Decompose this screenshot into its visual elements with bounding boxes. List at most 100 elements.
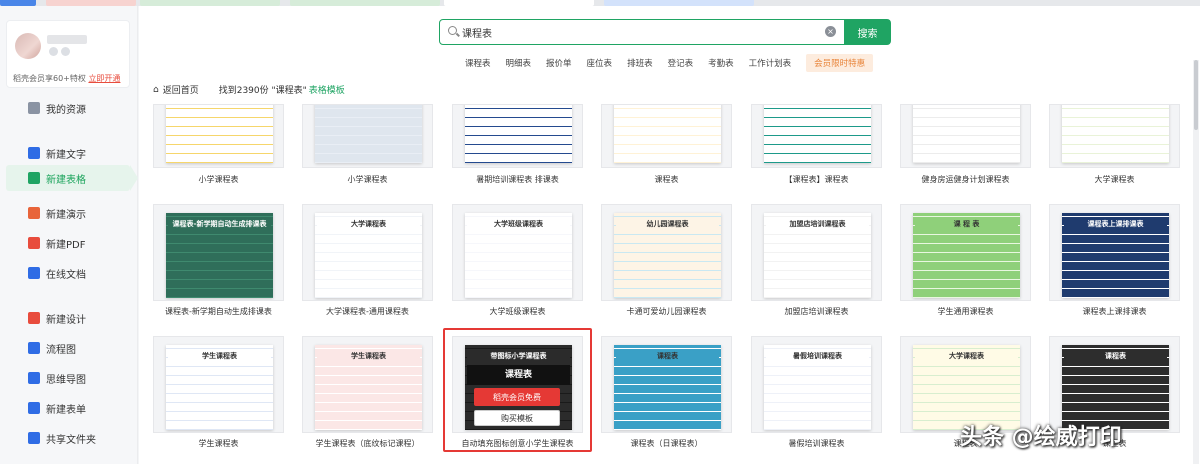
tag-link[interactable]: 明细表 <box>506 57 532 69</box>
template-title[interactable]: 课程表上课排课表 <box>1039 306 1190 317</box>
template-preview-heading: 学生课程表 <box>168 349 271 363</box>
sidebar-item-form[interactable]: 新建表单 <box>6 395 130 421</box>
template-thumbnail[interactable]: 课程表-新学期自动生成排课表 <box>153 204 284 301</box>
result-count: 找到2390份 "课程表" <box>218 86 307 96</box>
template-preview-heading: 课程表-新学期自动生成排课表 <box>168 217 271 231</box>
word-icon <box>28 147 40 159</box>
search-button[interactable]: 搜索 <box>844 19 891 45</box>
star-icon <box>28 102 40 114</box>
sidebar-item-flowchart[interactable]: 流程图 <box>6 335 130 361</box>
template-thumbnail[interactable]: 大学课程表 <box>302 204 433 301</box>
sidebar-item-word[interactable]: 新建文字 <box>6 140 130 166</box>
badge-icon <box>61 47 70 56</box>
tag-link[interactable]: 课程表 <box>465 57 491 69</box>
tag-link[interactable]: 考勤表 <box>708 57 734 69</box>
template-thumbnail[interactable]: 加盟店培训课程表 <box>751 204 882 301</box>
template-title[interactable]: 学生通用课程表 <box>890 306 1041 317</box>
template-thumbnail[interactable]: 课程表 <box>601 336 732 433</box>
template-title[interactable]: 课程表（日课程表） <box>591 438 742 449</box>
template-thumbnail[interactable] <box>601 104 732 168</box>
promo-badge[interactable]: 会员限时特惠 <box>806 54 874 72</box>
user-card[interactable]: 稻壳会员享60+特权 立即开通 <box>6 20 130 88</box>
sidebar-item-mindmap[interactable]: 思维导图 <box>6 365 130 391</box>
sidebar-item-star[interactable]: 我的资源 <box>6 95 130 121</box>
sidebar-item-label: 新建表格 <box>46 174 86 186</box>
template-title[interactable]: 大学课程表 <box>1039 174 1190 185</box>
scrollbar[interactable] <box>1193 60 1199 464</box>
search-box: × <box>439 19 845 45</box>
watermark: 头条 @绘威打印 <box>960 425 1122 450</box>
tag-link[interactable]: 排班表 <box>627 57 653 69</box>
template-type-link[interactable]: 表格模板 <box>309 83 345 96</box>
breadcrumb: ⌂ 返回首页 找到2390份 "课程表" 表格模板 <box>153 83 345 97</box>
sidebar-item-share-folder[interactable]: 共享文件夹 <box>6 425 130 451</box>
sidebar-item-pdf[interactable]: 新建PDF <box>6 230 130 256</box>
sidebar-item-design[interactable]: 新建设计 <box>6 305 130 331</box>
username-blurred <box>47 35 87 44</box>
template-thumbnail[interactable]: 课 程 表 <box>900 204 1031 301</box>
template-title[interactable]: 【课程表】课程表 <box>741 174 892 185</box>
avatar[interactable] <box>15 33 41 59</box>
template-preview-sheet: 暑假培训课程表 <box>764 345 871 430</box>
template-title[interactable]: 健身房运健身计划课程表 <box>890 174 1041 185</box>
sidebar-item-label: 新建表单 <box>46 404 86 416</box>
template-preview-sheet <box>614 105 721 163</box>
template-thumbnail[interactable]: 大学班级课程表 <box>452 204 583 301</box>
sidebar-item-label: 新建文字 <box>46 149 86 161</box>
flowchart-icon <box>28 342 40 354</box>
template-title[interactable]: 课程表-新学期自动生成排课表 <box>143 306 294 317</box>
template-title[interactable]: 小学课程表 <box>292 174 443 185</box>
main-content: × 搜索 课程表 明细表 报价单 座位表 排班表 登记表 考勤表 工作计划表 会员限时特惠 ⌂ … <box>139 6 1200 464</box>
template-thumbnail[interactable] <box>153 104 284 168</box>
template-thumbnail[interactable]: 学生课程表 <box>302 336 433 433</box>
sidebar-item-label: 新建演示 <box>46 209 86 221</box>
template-title[interactable]: 大学课程表-通用课程表 <box>292 306 443 317</box>
template-title[interactable]: 暑假培训课程表 <box>741 438 892 449</box>
tag-link[interactable]: 登记表 <box>668 57 694 69</box>
template-thumbnail[interactable] <box>302 104 433 168</box>
template-preview-heading: 大学课程表 <box>915 349 1018 363</box>
template-preview-sheet: 课程表上课排课表 <box>1062 213 1169 298</box>
home-icon[interactable]: ⌂ <box>153 85 159 95</box>
form-icon <box>28 402 40 414</box>
template-preview-sheet <box>913 105 1020 163</box>
template-title[interactable]: 学生课程表 <box>143 438 294 449</box>
template-thumbnail[interactable]: 幼儿园课程表 <box>601 204 732 301</box>
search-input[interactable] <box>462 24 802 40</box>
template-preview-heading: 加盟店培训课程表 <box>766 217 869 231</box>
template-thumbnail[interactable] <box>751 104 882 168</box>
template-thumbnail[interactable]: 学生课程表 <box>153 336 284 433</box>
template-title[interactable]: 小学课程表 <box>143 174 294 185</box>
clear-icon[interactable]: × <box>825 26 836 37</box>
hot-tags: 课程表 明细表 报价单 座位表 排班表 登记表 考勤表 工作计划表 会员限时特惠 <box>465 54 874 72</box>
template-preview-sheet: 大学课程表 <box>913 345 1020 430</box>
template-title[interactable]: 暑期培训课程表 排课表 <box>442 174 593 185</box>
tag-link[interactable]: 工作计划表 <box>749 57 792 69</box>
template-thumbnail[interactable]: 暑假培训课程表 <box>751 336 882 433</box>
template-title[interactable]: 学生课程表（底纹标记课程） <box>292 438 443 449</box>
template-preview-heading: 课程表 <box>1064 349 1167 363</box>
sidebar-item-cloud-doc[interactable]: 在线文档 <box>6 260 130 286</box>
sidebar-item-label: 流程图 <box>46 344 76 356</box>
template-thumbnail[interactable] <box>452 104 583 168</box>
sheet-icon <box>28 172 40 184</box>
template-preview-sheet: 大学班级课程表 <box>465 213 572 298</box>
template-preview-heading: 大学班级课程表 <box>467 217 570 231</box>
template-thumbnail[interactable] <box>1049 104 1180 168</box>
template-thumbnail[interactable] <box>900 104 1031 168</box>
tag-link[interactable]: 报价单 <box>546 57 572 69</box>
template-title[interactable]: 课程表 <box>591 174 742 185</box>
back-home-link[interactable]: 返回首页 <box>163 83 199 96</box>
template-preview-sheet <box>166 105 273 163</box>
template-title[interactable]: 加盟店培训课程表 <box>741 306 892 317</box>
sidebar-item-slides[interactable]: 新建演示 <box>6 200 130 226</box>
template-preview-sheet <box>315 105 422 163</box>
sidebar-item-sheet[interactable]: 新建表格 <box>6 165 138 191</box>
tag-link[interactable]: 座位表 <box>587 57 613 69</box>
template-title[interactable]: 卡通可爱幼儿园课程表 <box>591 306 742 317</box>
template-title[interactable]: 大学班级课程表 <box>442 306 593 317</box>
sidebar-item-label: 思维导图 <box>46 374 86 386</box>
pdf-icon <box>28 237 40 249</box>
vip-open-link[interactable]: 立即开通 <box>88 74 120 83</box>
template-thumbnail[interactable]: 课程表上课排课表 <box>1049 204 1180 301</box>
